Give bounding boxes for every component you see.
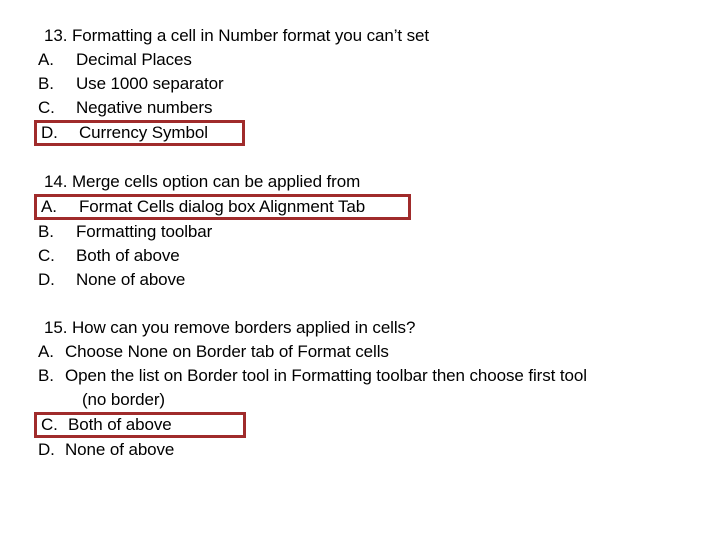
option-letter: D. [41,123,58,142]
option-text: Decimal Places [76,50,192,69]
question-stem-13: 13. Formatting a cell in Number format y… [44,26,430,45]
option-letter: A. [41,197,57,216]
option-letter: B. [38,222,54,241]
question-stem-14: 14. Merge cells option can be applied fr… [44,172,361,191]
option-text: Negative numbers [76,98,213,117]
option-letter: D. [38,270,55,289]
option-text: Currency Symbol [79,123,208,142]
option-13-d-highlighted[interactable]: D. Currency Symbol [34,120,245,146]
option-text: Formatting toolbar [76,222,213,241]
question-block-15: 15. How can you remove borders applied i… [34,316,700,462]
option-letter: B. [38,74,54,93]
option-text: Use 1000 separator [76,74,224,93]
option-15-a[interactable]: A. Choose None on Border tab of Format c… [36,340,700,364]
option-letter: B. [38,366,54,385]
option-13-a[interactable]: A. Decimal Places [36,48,700,72]
slide-canvas: 13. Formatting a cell in Number format y… [0,0,720,540]
option-14-b[interactable]: B. Formatting toolbar [36,220,700,244]
option-text: None of above [76,270,186,289]
option-letter: A. [38,342,54,361]
option-13-c[interactable]: C. Negative numbers [36,96,700,120]
option-13-b[interactable]: B. Use 1000 separator [36,72,700,96]
option-text: Open the list on Border tool in Formatti… [65,366,587,385]
option-text: None of above [65,440,175,459]
option-14-c[interactable]: C. Both of above [36,244,700,268]
question-block-13: 13. Formatting a cell in Number format y… [34,24,700,146]
option-letter: D. [38,440,55,459]
option-15-d[interactable]: D. None of above [36,438,700,462]
option-letter: C. [41,415,58,434]
option-text: Both of above [76,246,180,265]
option-letter: A. [38,50,54,69]
option-15-b-continuation: (no border) [82,390,165,409]
option-14-a-highlighted[interactable]: A. Format Cells dialog box Alignment Tab [34,194,411,220]
option-letter: C. [38,98,55,117]
option-text: Both of above [68,415,172,434]
question-stem-15: 15. How can you remove borders applied i… [44,318,416,337]
option-15-c-highlighted[interactable]: C. Both of above [34,412,246,438]
question-block-14: 14. Merge cells option can be applied fr… [34,170,700,292]
option-14-d[interactable]: D. None of above [36,268,700,292]
option-letter: C. [38,246,55,265]
option-text: Choose None on Border tab of Format cell… [65,342,389,361]
option-15-b[interactable]: B. Open the list on Border tool in Forma… [36,364,700,388]
option-text: Format Cells dialog box Alignment Tab [79,197,366,216]
